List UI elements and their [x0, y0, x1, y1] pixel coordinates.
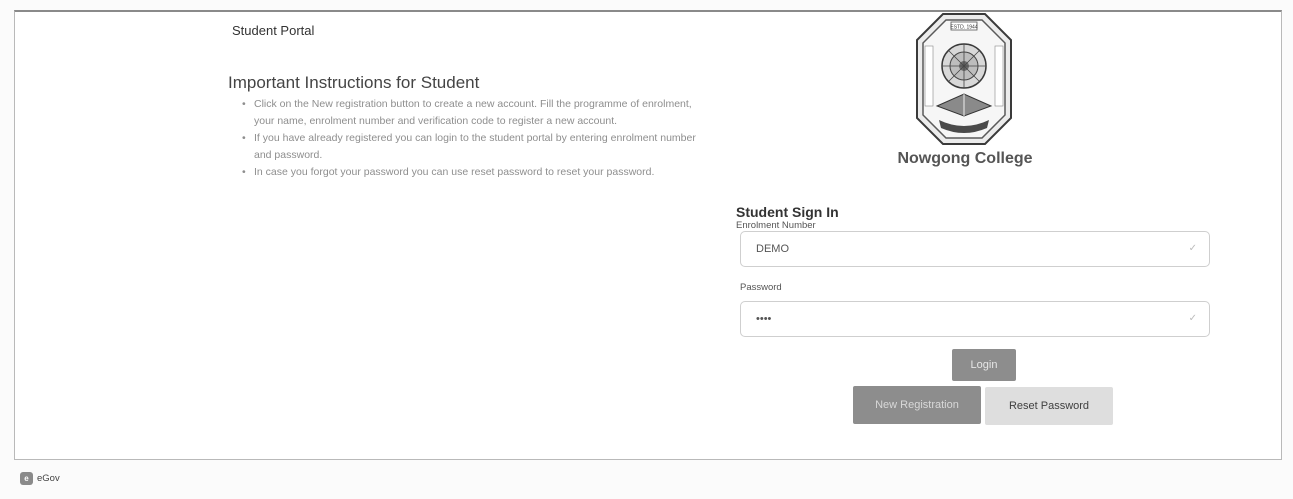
- page-title: Student Portal: [232, 23, 315, 38]
- footer-brand: e eGov: [20, 472, 60, 485]
- instruction-item: Click on the New registration button to …: [242, 96, 704, 130]
- signin-title: Student Sign In: [736, 204, 839, 220]
- new-registration-button[interactable]: New Registration: [853, 386, 981, 424]
- page-background: Student Portal Important Instructions fo…: [0, 0, 1293, 499]
- instruction-item: If you have already registered you can l…: [242, 130, 704, 164]
- college-name: Nowgong College: [897, 150, 1033, 167]
- reset-password-button[interactable]: Reset Password: [985, 387, 1113, 425]
- college-logo: ESTD. 1944: [916, 13, 1012, 145]
- instructions-heading: Important Instructions for Student: [228, 73, 480, 92]
- enrolment-field-wrapper: ✓: [740, 231, 1210, 267]
- password-field-wrapper: ✓: [740, 301, 1210, 337]
- instruction-item: In case you forgot your password you can…: [242, 164, 704, 181]
- password-label: Password: [740, 282, 782, 293]
- password-input[interactable]: [741, 302, 1209, 336]
- footer-brand-label: eGov: [37, 473, 60, 484]
- egov-logo-icon: e: [20, 472, 33, 485]
- check-icon: ✓: [1188, 243, 1197, 254]
- enrolment-input[interactable]: [741, 232, 1209, 266]
- enrolment-label: Enrolment Number: [736, 220, 816, 231]
- logo-estd-text: ESTD. 1944: [950, 25, 977, 31]
- login-button[interactable]: Login: [952, 349, 1016, 381]
- instructions-list: Click on the New registration button to …: [242, 96, 704, 181]
- check-icon: ✓: [1188, 313, 1197, 324]
